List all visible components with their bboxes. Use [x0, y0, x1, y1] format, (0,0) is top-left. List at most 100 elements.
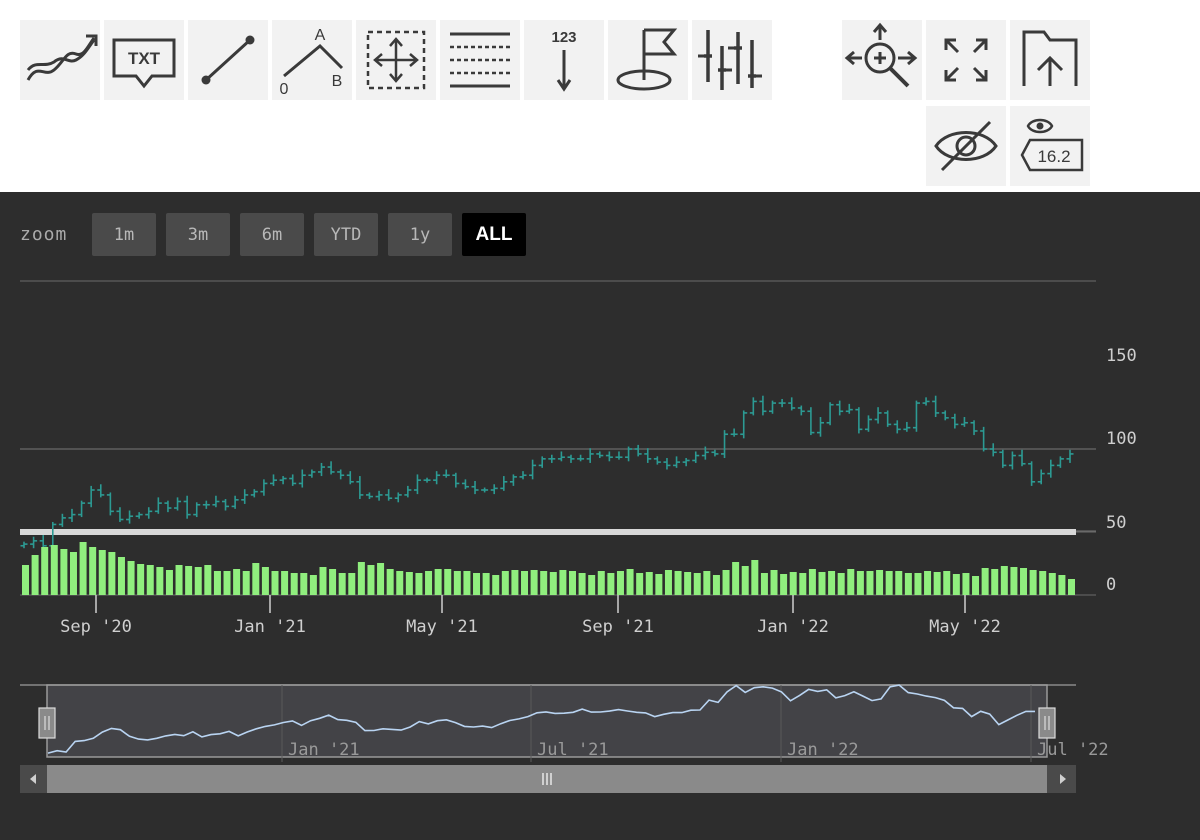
price-bar [577, 454, 585, 462]
volume-bar [655, 574, 663, 595]
volume-bar [425, 571, 433, 595]
svg-text:B: B [332, 73, 343, 90]
navigator-x-label: Jan '22 [787, 740, 859, 760]
price-bar [759, 395, 767, 416]
price-bar [999, 449, 1007, 468]
price-bar [39, 535, 47, 549]
price-bar [308, 469, 316, 478]
volume-bar [396, 571, 404, 595]
navigator-scrollbar[interactable] [20, 765, 1076, 793]
flag-icon [616, 28, 678, 91]
navigator-left-handle[interactable] [38, 707, 56, 739]
volume-bar [22, 565, 29, 595]
navigator-right-handle[interactable] [1038, 707, 1056, 739]
text-annotation-button[interactable]: TXT [104, 20, 184, 100]
volume-bar [367, 565, 375, 595]
volume-bar [914, 573, 922, 595]
volume-bar [866, 571, 874, 595]
price-bar [644, 448, 652, 463]
volume-bar [962, 573, 970, 595]
zoom-pan-button[interactable] [842, 20, 922, 100]
indicators-button[interactable] [692, 20, 772, 100]
volume-bar [789, 572, 797, 595]
volume-bar [377, 563, 385, 595]
price-bar [903, 421, 911, 432]
volume-bar [770, 570, 778, 595]
x-tick-label: Sep '21 [582, 617, 654, 637]
price-bar [519, 471, 527, 480]
price-bar [653, 456, 661, 465]
volume-bar [300, 573, 308, 595]
volume-bar [895, 571, 903, 595]
vertical-counter-button[interactable]: 123 [524, 20, 604, 100]
y-tick-label: 100 [1106, 429, 1137, 449]
price-bar [250, 489, 258, 498]
volume-bar [693, 573, 701, 595]
price-bar [68, 508, 76, 522]
price-bar [212, 495, 220, 508]
price-bar [1008, 451, 1016, 470]
current-price-button[interactable]: 16.2 [1010, 106, 1090, 186]
price-bar [260, 479, 268, 496]
fullscreen-button[interactable] [926, 20, 1006, 100]
volume-bar [616, 571, 624, 595]
volume-bar [1039, 571, 1047, 595]
price-bar [836, 400, 844, 416]
hide-annotations-button[interactable] [926, 106, 1006, 186]
volume-bar [444, 569, 452, 595]
volume-bar [69, 552, 77, 595]
flag-button[interactable] [608, 20, 688, 100]
volume-bar [933, 572, 941, 595]
price-bar [1047, 459, 1055, 478]
volume-bar [261, 567, 269, 595]
price-bar [30, 536, 38, 549]
price-bar [778, 398, 786, 408]
price-bar [596, 451, 604, 459]
volume-bar [271, 571, 279, 595]
save-chart-button[interactable] [1010, 20, 1090, 100]
price-bar [404, 485, 412, 498]
fibonacci-button[interactable]: A B 0 [272, 20, 352, 100]
price-bar [673, 456, 681, 468]
parallel-channel-button[interactable] [440, 20, 520, 100]
price-bar [58, 513, 66, 527]
price-bar [97, 484, 105, 498]
volume-bar [194, 567, 202, 595]
measure-button[interactable] [356, 20, 436, 100]
volume-bar [242, 571, 250, 595]
volume-bar [41, 547, 49, 595]
volume-bar [818, 572, 826, 595]
price-bar [317, 462, 325, 477]
price-bar [327, 461, 335, 475]
volume-bar [319, 567, 327, 595]
volume-bar [60, 549, 68, 595]
x-tick-label: Jan '22 [757, 617, 829, 637]
volume-bar [924, 571, 932, 595]
price-bar [864, 415, 872, 432]
volume-bar [760, 573, 768, 595]
price-bar [461, 479, 469, 490]
price-bar [183, 495, 191, 519]
volume-bar [703, 571, 711, 595]
navigator-x-label: Jul '21 [537, 740, 609, 760]
price-bar [1028, 461, 1036, 486]
volume-bar [645, 572, 653, 595]
price-bar [298, 469, 306, 488]
save-chart-icon [1022, 30, 1078, 86]
price-bar [807, 407, 815, 436]
price-bar [740, 410, 748, 439]
line-segment-button[interactable] [188, 20, 268, 100]
trend-lines-button[interactable] [20, 20, 100, 100]
price-bar [912, 400, 920, 432]
volume-bar [1058, 575, 1066, 595]
price-bar [509, 474, 517, 486]
volume-bar [943, 571, 951, 595]
volume-bar [338, 573, 346, 595]
volume-bar [799, 573, 807, 595]
trend-lines-icon [26, 34, 98, 81]
volume-bar [185, 566, 193, 595]
price-bar [87, 485, 95, 508]
volume-bar [434, 569, 442, 595]
volume-bar [453, 571, 461, 595]
volume-bar [213, 571, 221, 595]
